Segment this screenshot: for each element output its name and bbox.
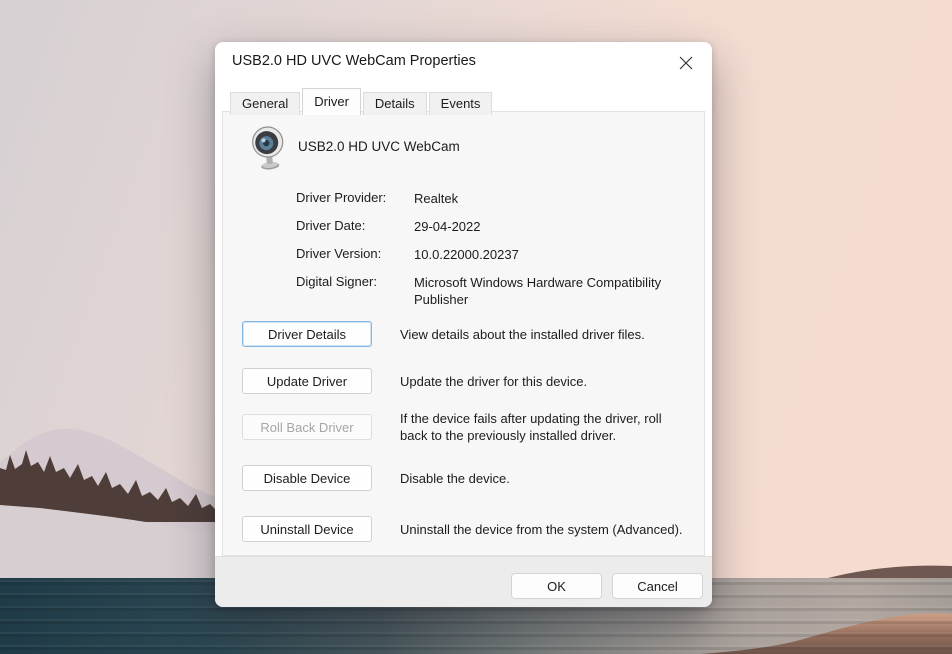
cancel-button[interactable]: Cancel [612, 573, 703, 599]
driver-details-button[interactable]: Driver Details [242, 321, 372, 347]
window-title: USB2.0 HD UVC WebCam Properties [232, 53, 476, 69]
driver-provider-value: Realtek [414, 191, 459, 206]
driver-provider-label: Driver Provider: [296, 190, 387, 205]
tab-events[interactable]: Events [428, 92, 493, 115]
driver-date-value: 29-04-2022 [414, 219, 481, 234]
roll-back-driver-row: Roll Back Driver If the device fails aft… [242, 410, 690, 444]
update-driver-button[interactable]: Update Driver [242, 368, 372, 394]
driver-details-row: Driver Details View details about the in… [242, 321, 690, 347]
roll-back-driver-description: If the device fails after updating the d… [400, 411, 662, 443]
title-bar: USB2.0 HD UVC WebCam Properties [215, 42, 712, 86]
close-button[interactable] [668, 46, 704, 80]
disable-device-description: Disable the device. [400, 470, 510, 486]
device-name: USB2.0 HD UVC WebCam [298, 139, 460, 154]
update-driver-row: Update Driver Update the driver for this… [242, 368, 690, 394]
digital-signer-value: Microsoft Windows Hardware Compatibility… [414, 275, 662, 307]
uninstall-device-description: Uninstall the device from the system (Ad… [400, 521, 683, 537]
roll-back-driver-button[interactable]: Roll Back Driver [242, 414, 372, 440]
ok-button[interactable]: OK [511, 573, 602, 599]
tab-general[interactable]: General [230, 92, 301, 115]
driver-date-label: Driver Date: [296, 218, 366, 233]
digital-signer-label: Digital Signer: [296, 274, 377, 289]
driver-tab-panel: USB2.0 HD UVC WebCam Driver Provider: Re… [222, 111, 705, 556]
disable-device-button[interactable]: Disable Device [242, 465, 372, 491]
device-header: USB2.0 HD UVC WebCam [223, 122, 704, 174]
driver-version-value: 10.0.22000.20237 [414, 247, 519, 262]
driver-details-description: View details about the installed driver … [400, 326, 645, 342]
webcam-icon [248, 125, 288, 173]
update-driver-description: Update the driver for this device. [400, 373, 588, 389]
tab-bar: General Driver Details Events [230, 88, 494, 115]
tab-driver[interactable]: Driver [302, 88, 361, 115]
uninstall-device-row: Uninstall Device Uninstall the device fr… [242, 516, 690, 542]
close-icon [679, 56, 693, 70]
driver-version-label: Driver Version: [296, 246, 382, 261]
dialog-footer: OK Cancel [215, 556, 712, 607]
uninstall-device-button[interactable]: Uninstall Device [242, 516, 372, 542]
tab-details[interactable]: Details [362, 92, 427, 115]
disable-device-row: Disable Device Disable the device. [242, 465, 690, 491]
properties-dialog: USB2.0 HD UVC WebCam Properties General … [215, 42, 712, 607]
